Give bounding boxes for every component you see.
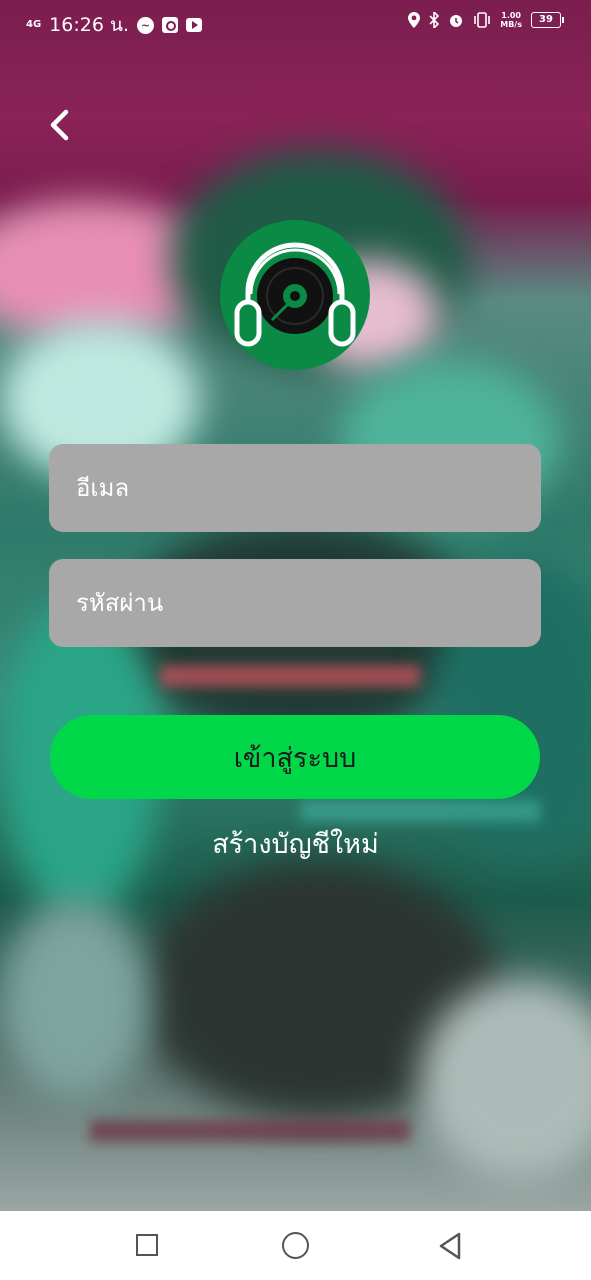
status-bar: 4G 16:26 น. ~ 1.00 MB/s 39	[0, 0, 591, 46]
network-indicator: 4G	[26, 19, 42, 30]
network-speed: 1.00 MB/s	[500, 11, 522, 29]
create-account-link[interactable]: สร้างบัญชีใหม่	[0, 822, 591, 865]
chevron-left-icon[interactable]	[40, 104, 80, 148]
alarm-icon	[450, 15, 463, 27]
bluetooth-icon	[429, 12, 440, 28]
app-logo	[220, 220, 370, 370]
email-field[interactable]	[49, 444, 541, 532]
messenger-icon: ~	[137, 16, 154, 34]
triangle-back-icon[interactable]	[437, 1231, 463, 1261]
vibrate-icon	[474, 12, 491, 28]
password-input[interactable]	[74, 588, 541, 618]
battery-icon: 39	[531, 12, 564, 28]
login-button[interactable]: เข้าสู่ระบบ	[50, 715, 540, 799]
location-icon	[408, 12, 421, 28]
clock: 16:26 น.	[49, 14, 129, 36]
navigation-bar	[0, 1211, 591, 1280]
password-field[interactable]	[49, 559, 541, 647]
headphones-disc-icon	[234, 242, 356, 347]
square-icon[interactable]	[136, 1234, 158, 1256]
youtube-icon	[186, 18, 202, 32]
email-input[interactable]	[74, 473, 541, 503]
circle-icon[interactable]	[282, 1232, 309, 1259]
camera-icon	[162, 17, 178, 33]
